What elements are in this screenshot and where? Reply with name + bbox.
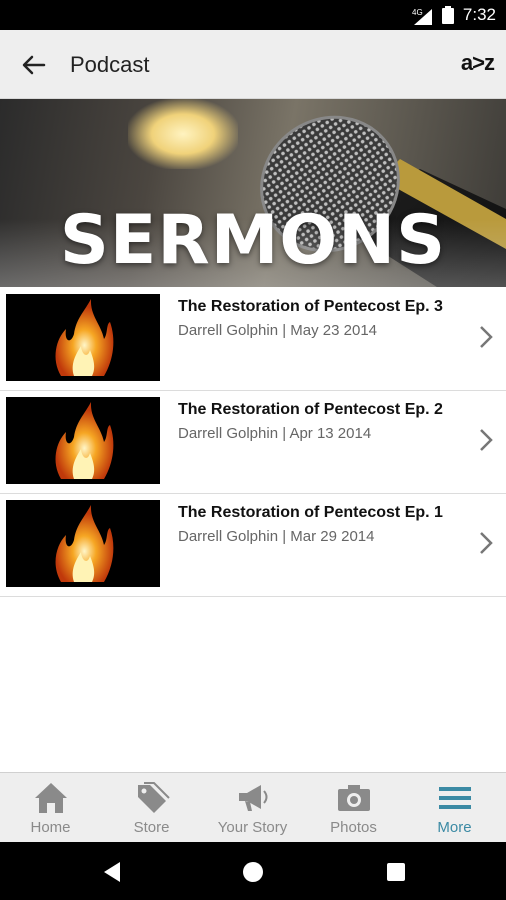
sermons-banner: SERMONS bbox=[0, 99, 506, 287]
episode-title: The Restoration of Pentecost Ep. 1 bbox=[178, 504, 443, 521]
chevron-right-icon bbox=[480, 429, 493, 451]
camera-icon bbox=[338, 785, 370, 811]
nav-label: More bbox=[437, 819, 472, 836]
episode-list: The Restoration of Pentecost Ep. 3 Darre… bbox=[0, 288, 506, 597]
page-title: Podcast bbox=[70, 52, 150, 77]
battery-icon bbox=[442, 6, 454, 24]
chevron-right-icon bbox=[480, 326, 493, 348]
episode-meta: Darrell Golphin | May 23 2014 bbox=[178, 322, 377, 339]
tag-icon bbox=[138, 782, 170, 813]
system-recents-icon[interactable] bbox=[382, 858, 410, 886]
episode-item[interactable]: The Restoration of Pentecost Ep. 1 Darre… bbox=[0, 494, 506, 597]
nav-label: Home bbox=[30, 819, 71, 836]
status-bar: 4G 7:32 bbox=[0, 0, 506, 30]
nav-more[interactable]: More bbox=[404, 773, 505, 842]
nav-your-story[interactable]: Your Story bbox=[202, 773, 303, 842]
home-icon bbox=[35, 783, 67, 813]
episode-item[interactable]: The Restoration of Pentecost Ep. 2 Darre… bbox=[0, 391, 506, 494]
flame-icon bbox=[55, 299, 114, 376]
bottom-nav: Home Store Your Story Photos More bbox=[0, 772, 506, 842]
nav-label: Your Story bbox=[217, 819, 288, 836]
flame-thumbnail bbox=[6, 294, 160, 381]
megaphone-icon bbox=[239, 785, 268, 811]
flame-thumbnail bbox=[6, 500, 160, 587]
episode-item[interactable]: The Restoration of Pentecost Ep. 3 Darre… bbox=[0, 288, 506, 391]
menu-icon bbox=[439, 787, 471, 809]
nav-label: Photos bbox=[330, 819, 377, 836]
episode-meta: Darrell Golphin | Apr 13 2014 bbox=[178, 425, 372, 442]
system-nav-bar bbox=[0, 842, 506, 900]
sort-az-button[interactable]: a>z bbox=[461, 50, 495, 76]
flame-thumbnail bbox=[6, 397, 160, 484]
system-home-icon[interactable] bbox=[239, 858, 267, 886]
flame-icon bbox=[55, 402, 114, 479]
episode-meta: Darrell Golphin | Mar 29 2014 bbox=[178, 528, 375, 545]
clock: 7:32 bbox=[462, 5, 496, 24]
banner-title: SERMONS bbox=[59, 201, 447, 280]
nav-photos[interactable]: Photos bbox=[303, 773, 404, 842]
system-back-icon[interactable] bbox=[98, 858, 126, 886]
nav-store[interactable]: Store bbox=[101, 773, 202, 842]
nav-home[interactable]: Home bbox=[0, 773, 101, 842]
back-arrow-icon[interactable] bbox=[18, 50, 48, 80]
flame-icon bbox=[55, 505, 114, 582]
app-bar: Podcast a>z bbox=[0, 30, 506, 99]
episode-title: The Restoration of Pentecost Ep. 2 bbox=[178, 401, 443, 418]
episode-title: The Restoration of Pentecost Ep. 3 bbox=[178, 298, 443, 315]
signal-icon bbox=[414, 9, 432, 25]
nav-label: Store bbox=[133, 819, 170, 836]
chevron-right-icon bbox=[480, 532, 493, 554]
